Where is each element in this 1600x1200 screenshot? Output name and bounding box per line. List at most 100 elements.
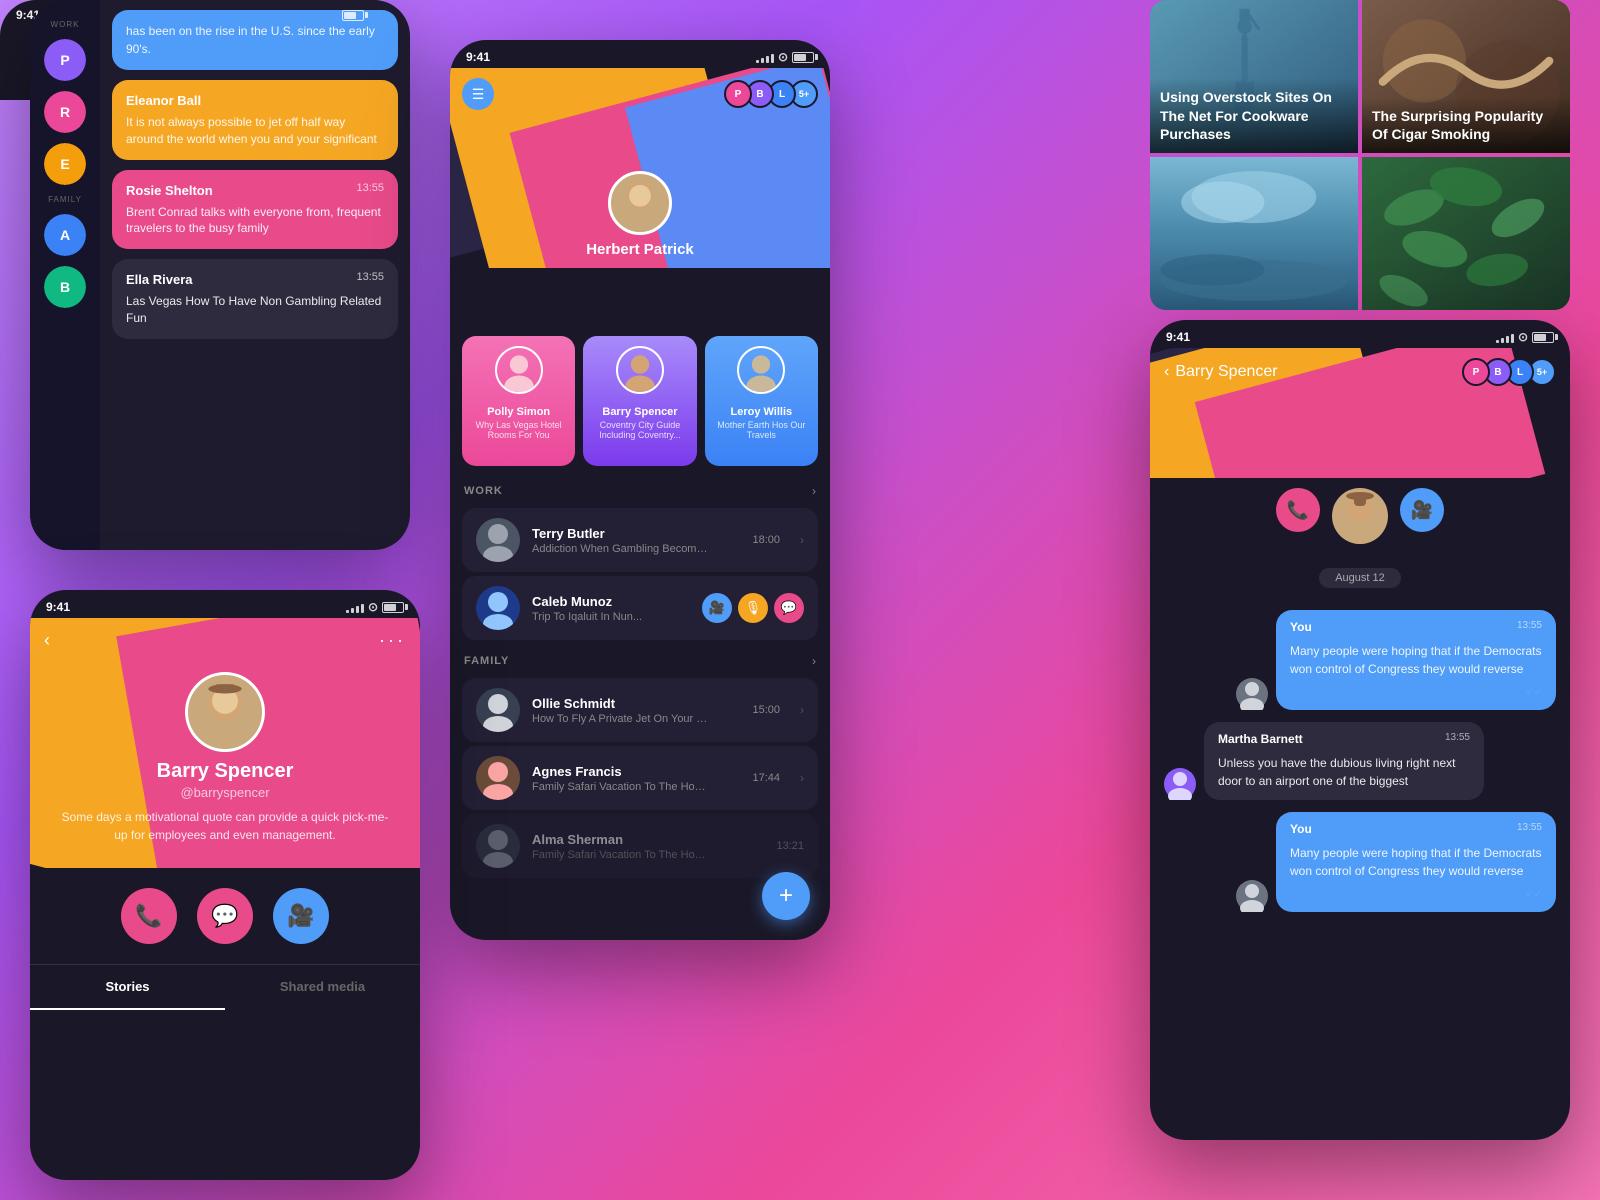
chat-action-caleb[interactable]: 💬 (774, 593, 804, 623)
story-avatar-2 (737, 346, 785, 394)
family-arrow[interactable]: › (812, 654, 816, 668)
chat-avatar-center (1332, 488, 1388, 544)
avatar-5[interactable]: B (44, 266, 86, 308)
check-marks-2: ✓✓ (1525, 889, 1542, 900)
news-card-0[interactable]: Using Overstock Sites On The Net For Coo… (1150, 0, 1358, 153)
contact-name-alma: Alma Sherman (532, 832, 764, 847)
phone-message-list: WORK P R E FAMILY A B has been on the ri… (30, 0, 410, 550)
contact-ollie-schmidt[interactable]: Ollie Schmidt How To Fly A Private Jet O… (462, 678, 818, 742)
hero-content: Herbert Patrick (450, 171, 830, 268)
contact-time-terry: 18:00 (752, 534, 780, 546)
contact-avatar-alma (476, 824, 520, 868)
story-desc-1: Coventry City Guide Including Coventry..… (591, 420, 688, 440)
story-card-2[interactable]: Leroy Willis Mother Earth Hos Our Travel… (705, 336, 818, 466)
mic-action-caleb[interactable]: 🎙 (738, 593, 768, 623)
chat-wifi-icon: ⊙ (1518, 330, 1528, 344)
fab-button[interactable]: + (762, 872, 810, 920)
contact-info-caleb: Caleb Munoz Trip To Iqaluit In Nun... (532, 594, 690, 623)
news-card-1[interactable]: The Surprising Popularity Of Cigar Smoki… (1362, 0, 1570, 153)
message-bubble-3[interactable]: Ella Rivera 13:55 Las Vegas How To Have … (112, 259, 398, 339)
message-bubble-1[interactable]: Eleanor Ball It is not always possible t… (112, 80, 398, 160)
profile-more-button[interactable]: ··· (379, 630, 406, 651)
contact-msg-agnes: Family Safari Vacation To The Home Of... (532, 781, 712, 793)
agnes-arrow[interactable]: › (800, 771, 804, 785)
profile-chat-button[interactable]: 💬 (197, 888, 253, 944)
terry-arrow[interactable]: › (800, 533, 804, 547)
bubble-text-1: Unless you have the dubious living right… (1218, 754, 1470, 790)
chat-status-bar: 9:41 ⊙ (1150, 320, 1570, 348)
contact-caleb-munoz[interactable]: Caleb Munoz Trip To Iqaluit In Nun... 🎥 … (462, 576, 818, 640)
story-avatar-0 (495, 346, 543, 394)
date-row: August 12 (1150, 560, 1570, 596)
chat-stack-1[interactable]: P (1462, 358, 1490, 386)
profile-header: ‹ ··· Barry Spencer @barryspencer Some d… (30, 618, 420, 868)
contact-avatar-caleb (476, 586, 520, 630)
profile-call-button[interactable]: 📞 (121, 888, 177, 944)
message-bubble-2[interactable]: Rosie Shelton 13:55 Brent Conrad talks w… (112, 170, 398, 250)
story-card-1[interactable]: Barry Spencer Coventry City Guide Includ… (583, 336, 696, 466)
contact-avatar-terry (476, 518, 520, 562)
chat-signal-icon (1496, 332, 1514, 343)
date-badge: August 12 (1319, 568, 1401, 588)
phone-profile: 9:41 ⊙ ‹ ··· (30, 590, 420, 1180)
ollie-arrow[interactable]: › (800, 703, 804, 717)
caleb-actions: 🎥 🎙 💬 (702, 593, 804, 623)
profile-name: Barry Spencer (157, 760, 294, 783)
profile-battery-icon (382, 602, 404, 613)
call-video-button[interactable]: 🎥 (1400, 488, 1444, 532)
bubble-time-1: 13:55 (1445, 732, 1470, 750)
profile-wifi-icon: ⊙ (368, 600, 378, 614)
phone-chat: 9:41 ⊙ ‹ Barry Spencer P B (1150, 320, 1570, 1140)
contact-name-terry: Terry Butler (532, 526, 740, 541)
avatar-4[interactable]: A (44, 214, 86, 256)
contact-msg-terry: Addiction When Gambling Becomes A Pr... (532, 543, 712, 555)
profile-video-button[interactable]: 🎥 (273, 888, 329, 944)
news-title-1: The Surprising Popularity Of Cigar Smoki… (1372, 107, 1560, 143)
chat-battery-icon (1532, 332, 1554, 343)
chat-msg-2: You 13:55 Many people were hoping that i… (1164, 812, 1556, 912)
contact-agnes-francis[interactable]: Agnes Francis Family Safari Vacation To … (462, 746, 818, 810)
chat-back-button[interactable]: ‹ Barry Spencer (1164, 363, 1278, 381)
chat-msg-0: You 13:55 Many people were hoping that i… (1164, 610, 1556, 710)
contact-info-agnes: Agnes Francis Family Safari Vacation To … (532, 764, 740, 793)
news-card-3[interactable] (1362, 157, 1570, 310)
menu-button[interactable]: ☰ (462, 78, 494, 110)
chat-msg-1: Martha Barnett 13:55 Unless you have the… (1164, 722, 1556, 800)
news-title-0: Using Overstock Sites On The Net For Coo… (1160, 88, 1348, 143)
call-buttons: 📞 🎥 (1150, 478, 1570, 554)
partial-battery-icon (342, 10, 364, 21)
signal-icon (756, 52, 774, 63)
sender-avatar-2 (1236, 880, 1268, 912)
contact-terry-butler[interactable]: Terry Butler Addiction When Gambling Bec… (462, 508, 818, 572)
work-title: WORK (464, 485, 503, 497)
message-text-1: It is not always possible to jet off hal… (126, 114, 384, 148)
message-time-2: 13:55 (356, 182, 384, 194)
avatar-stack: P B L 5+ (730, 80, 818, 108)
call-phone-button[interactable]: 📞 (1276, 488, 1320, 532)
story-card-0[interactable]: Polly Simon Why Las Vegas Hotel Rooms Fo… (462, 336, 575, 466)
story-name-2: Leroy Willis (713, 406, 810, 418)
news-overlay-0: Using Overstock Sites On The Net For Coo… (1150, 78, 1358, 153)
work-arrow[interactable]: › (812, 484, 816, 498)
check-marks-0: ✓✓ (1525, 687, 1542, 698)
tab-shared-media[interactable]: Shared media (225, 965, 420, 1010)
message-time-3: 13:55 (356, 271, 384, 283)
avatar-2[interactable]: R (44, 91, 86, 133)
avatar-1[interactable]: P (44, 39, 86, 81)
message-text-2: Brent Conrad talks with everyone from, f… (126, 204, 384, 238)
chat-bubble-2: You 13:55 Many people were hoping that i… (1276, 812, 1556, 912)
news-card-2[interactable] (1150, 157, 1358, 310)
contact-msg-alma: Family Safari Vacation To The Home Of... (532, 849, 712, 861)
tab-stories[interactable]: Stories (30, 965, 225, 1010)
stack-avatar-1[interactable]: P (724, 80, 752, 108)
message-sender-3: Ella Rivera (126, 272, 193, 287)
contact-name-ollie: Ollie Schmidt (532, 696, 740, 711)
app-header: ☰ P B L 5+ (450, 78, 830, 110)
news-overlay-1: The Surprising Popularity Of Cigar Smoki… (1362, 97, 1570, 153)
contact-alma-sherman[interactable]: Alma Sherman Family Safari Vacation To T… (462, 814, 818, 878)
family-title: FAMILY (464, 655, 509, 667)
video-action-caleb[interactable]: 🎥 (702, 593, 732, 623)
avatar-3[interactable]: E (44, 143, 86, 185)
message-text-3: Las Vegas How To Have Non Gambling Relat… (126, 293, 384, 327)
profile-back-button[interactable]: ‹ (44, 630, 50, 651)
